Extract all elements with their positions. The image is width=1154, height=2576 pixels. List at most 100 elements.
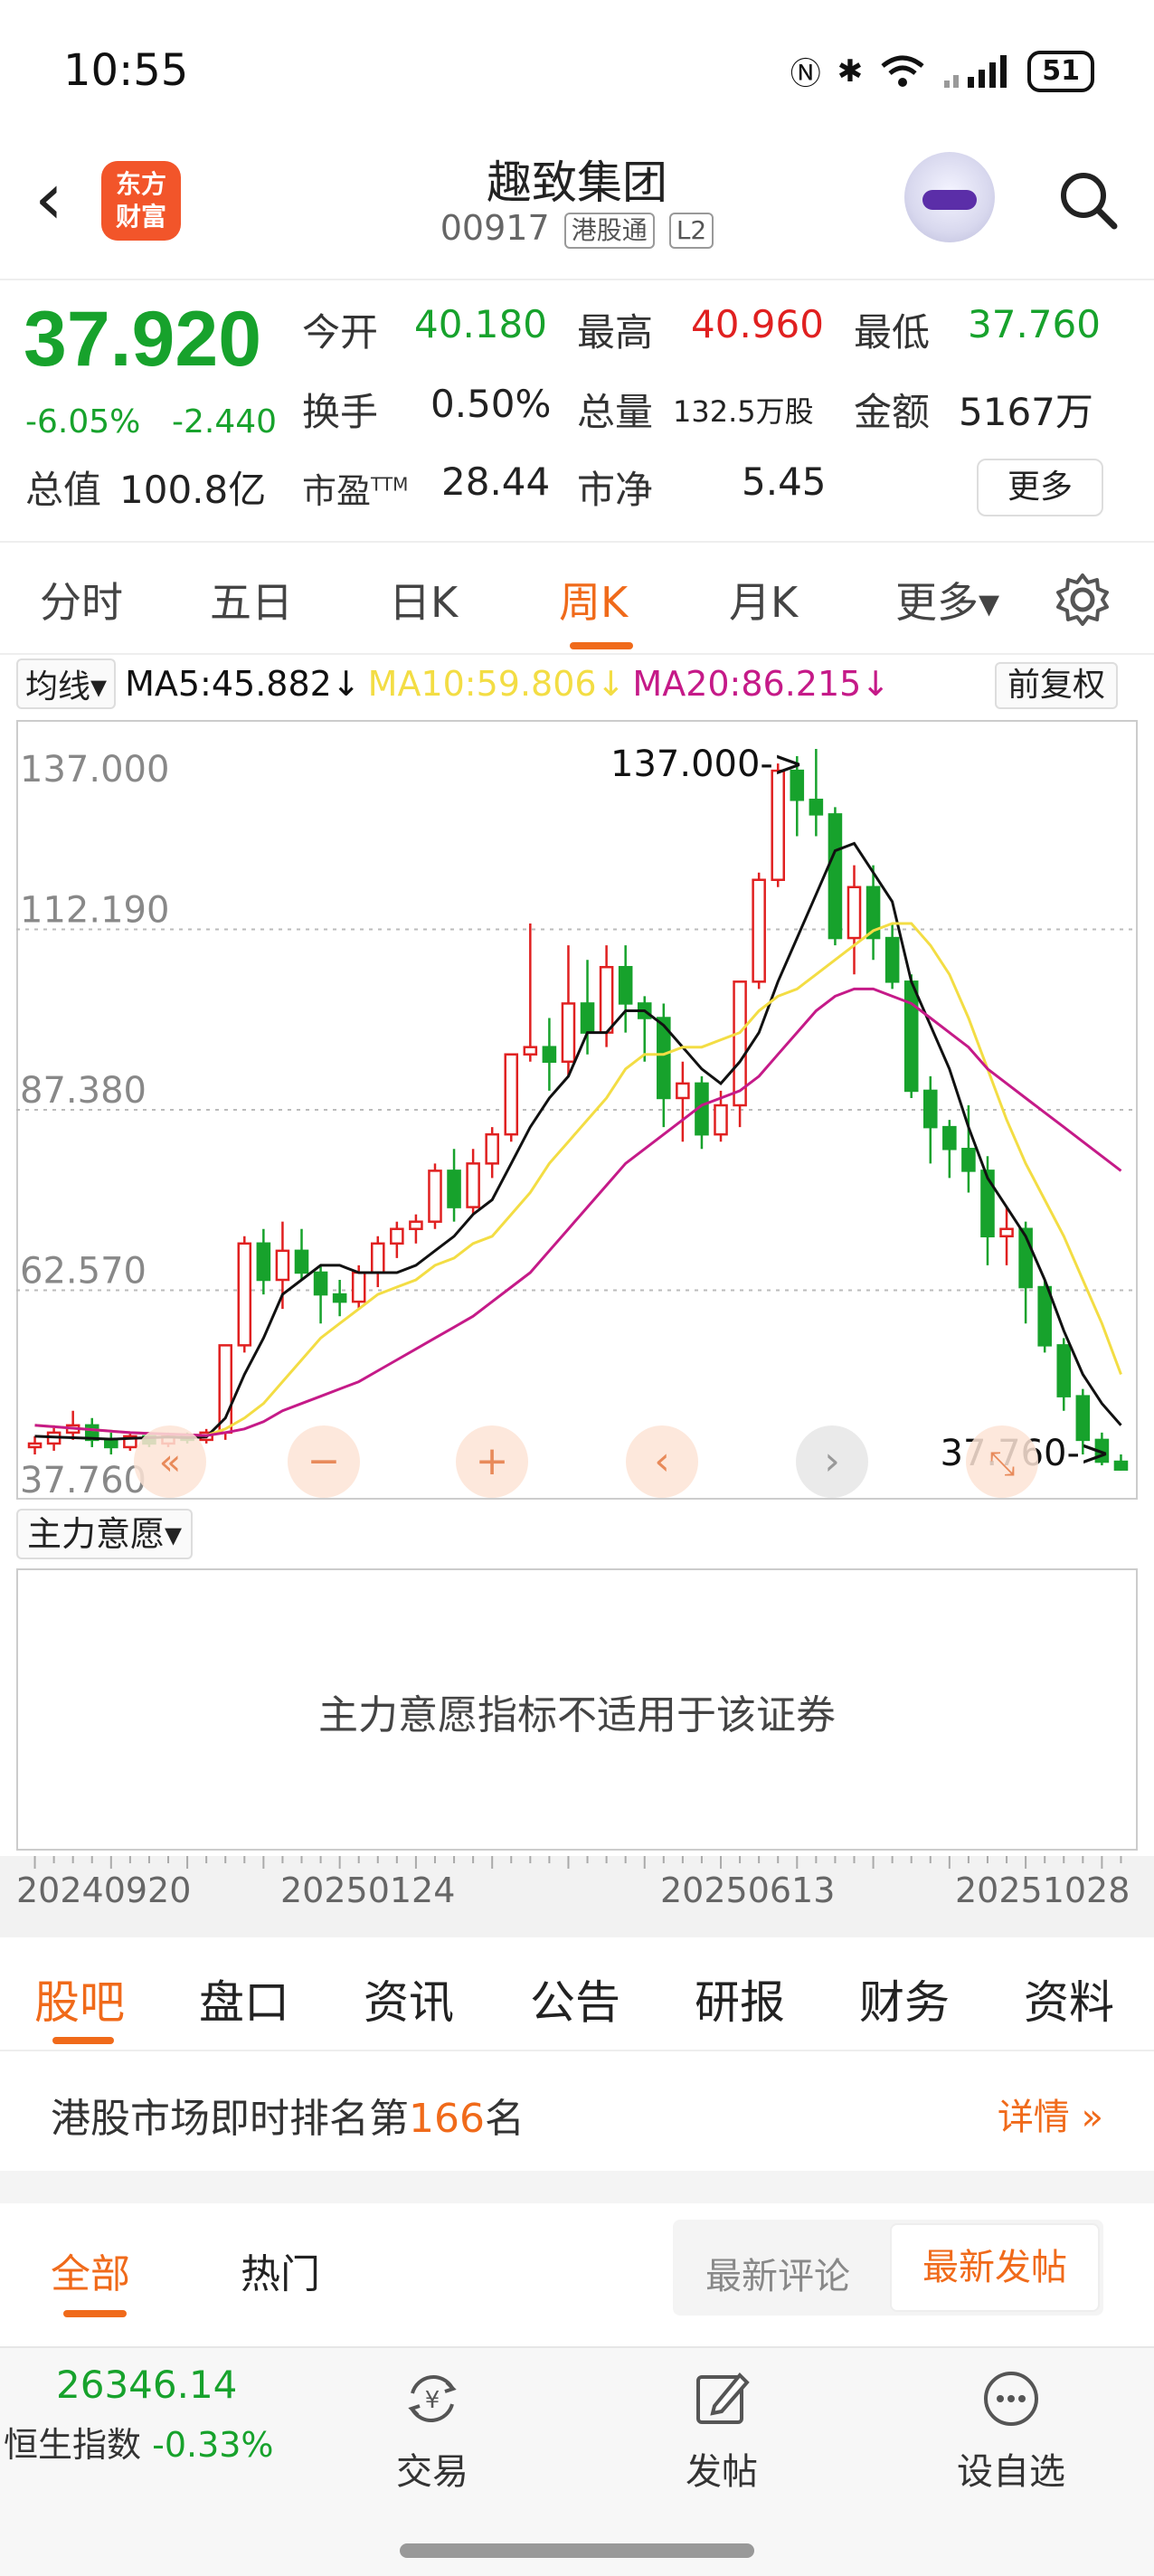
ranking-row[interactable]: 港股市场即时排名第166名 详情 » [0,2053,1154,2171]
index-value[interactable]: 26346.14 [56,2363,237,2407]
tab-profile[interactable]: 资料 [1024,1966,1114,2031]
assistant-robot-icon[interactable] [904,152,995,242]
adjust-selector[interactable]: 前复权 [995,662,1119,709]
change-amount: -2.440 [172,403,278,440]
open-value: 40.180 [414,302,547,346]
volume-value: 132.5万股 [673,394,814,429]
market-cap-value: 100.8亿 [119,468,267,512]
feed-tab-all[interactable]: 全部 [51,2241,130,2299]
candle-body [313,1271,328,1296]
feed-tab-hot[interactable]: 热门 [241,2241,320,2299]
ranking-detail-link[interactable]: 详情 » [998,2088,1103,2140]
trade-button[interactable]: ¥ 交易 [351,2366,514,2495]
candle-body [104,1438,118,1449]
svg-text:›: › [824,1438,840,1484]
ma-legend: 均线▾ MA5:45.882↓ MA10:59.806↓ MA20:86.215… [16,658,890,709]
low-value: 37.760 [968,302,1101,346]
candle-body [504,1053,519,1136]
more-quote-button[interactable]: 更多 [977,459,1103,516]
active-tab-indicator [570,642,633,649]
ma-selector[interactable]: 均线▾ [16,658,117,709]
candle-body [485,1132,499,1165]
feed-sort-toggle: 最新评论 最新发帖 [673,2220,1103,2316]
indicator-selector[interactable]: 主力意愿▾ [16,1509,194,1559]
candle-body [561,1002,576,1064]
zoom-out-button[interactable]: − [288,1425,360,1498]
step-right-button[interactable]: › [796,1425,868,1498]
tab-daily-k[interactable]: 日K [389,570,458,630]
tab-guba[interactable]: 股吧 [34,1966,125,2031]
change-percent: -6.05% [25,403,141,440]
quote-panel: 37.920 -6.05% -2.440 今开 40.180 最高 40.960… [0,282,1154,540]
tab-intraday[interactable]: 分时 [40,570,123,630]
candle-body [752,878,766,983]
candle-body [256,1242,271,1282]
candle-body [942,1125,957,1151]
candle-body [580,1002,595,1034]
sort-latest-post[interactable]: 最新发帖 [890,2223,1100,2312]
ma10-value: MA10:59.806↓ [367,664,626,704]
candle-body [714,1103,728,1136]
more-dots-icon [984,2372,1038,2426]
y-tick-label: 62.570 [20,1251,147,1293]
candle-body [447,1170,461,1208]
market-cap-label: 总值 [25,468,102,512]
candle-body [847,886,862,940]
tab-five-day[interactable]: 五日 [210,570,293,630]
tab-financials[interactable]: 财务 [859,1966,950,2031]
candle-body [409,1220,423,1230]
tab-weekly-k[interactable]: 周K [559,570,628,630]
pb-label: 市净 [577,468,654,512]
high-value: 40.960 [691,302,824,346]
pe-label: 市盈TTM [302,471,409,511]
step-left-button[interactable]: ‹ [626,1425,698,1498]
date-tick: 20240920 [16,1870,192,1910]
tab-monthly-k[interactable]: 月K [729,570,798,630]
turnover-label: 换手 [302,390,379,434]
signal-icon [944,54,1007,88]
add-watchlist-button[interactable]: 设自选 [930,2366,1093,2495]
low-label: 最低 [854,310,931,355]
candle-body [980,1170,995,1238]
tab-research[interactable]: 研报 [695,1966,785,2031]
y-tick-label: 37.760 [20,1460,147,1500]
candle-body [618,965,633,1005]
edit-post-icon [696,2372,750,2424]
indicator-panel: 主力意愿指标不适用于该证券 [16,1568,1138,1851]
tab-news[interactable]: 资讯 [364,1966,454,2031]
sort-latest-comment[interactable]: 最新评论 [705,2247,850,2299]
kline-chart[interactable]: 137.000 112.190 87.380 62.570 37.760 137.000… [16,720,1138,1500]
svg-text:−: − [307,1438,341,1484]
candle-body [961,1148,976,1172]
y-tick-label: 87.380 [20,1070,147,1112]
feed-tabs: 全部 热门 最新评论 最新发帖 [0,2203,1154,2339]
status-icons: Ⓝ ✱ 51 [790,49,1094,93]
tab-pankou[interactable]: 盘口 [199,1966,289,2031]
candle-body [771,769,786,881]
candle-body [999,1227,1014,1238]
candle-body [237,1242,252,1347]
high-label: 最高 [577,310,654,355]
date-axis: 20240920 20250124 20250613 20251028 [0,1856,1154,1937]
indicator-message: 主力意愿指标不适用于该证券 [318,1692,836,1738]
candle-body [275,1249,290,1282]
bottom-bar: 26346.14 恒生指数 -0.33% ¥ 交易 发帖 设自选 [0,2346,1154,2576]
level-tag: L2 [668,212,714,249]
post-button[interactable]: 发帖 [640,2366,803,2495]
section-divider [0,2171,1154,2203]
settings-gear-icon[interactable] [1055,572,1111,628]
scroll-left-button[interactable]: « [134,1425,206,1498]
turnover-value: 0.50% [430,382,552,426]
candle-body [523,1046,538,1056]
candle-body [27,1442,43,1449]
tab-more-periods[interactable]: 更多▾ [895,570,999,630]
zoom-in-button[interactable]: + [456,1425,528,1498]
volume-label: 总量 [577,390,654,434]
index-name[interactable]: 恒生指数 -0.33% [4,2417,274,2467]
search-icon[interactable] [1056,168,1120,232]
svg-text:«: « [159,1442,181,1483]
fullscreen-button[interactable]: ⤡ [966,1425,1038,1498]
tab-announcements[interactable]: 公告 [530,1966,620,2031]
candle-body [1056,1344,1072,1397]
pe-value: 28.44 [441,459,551,504]
